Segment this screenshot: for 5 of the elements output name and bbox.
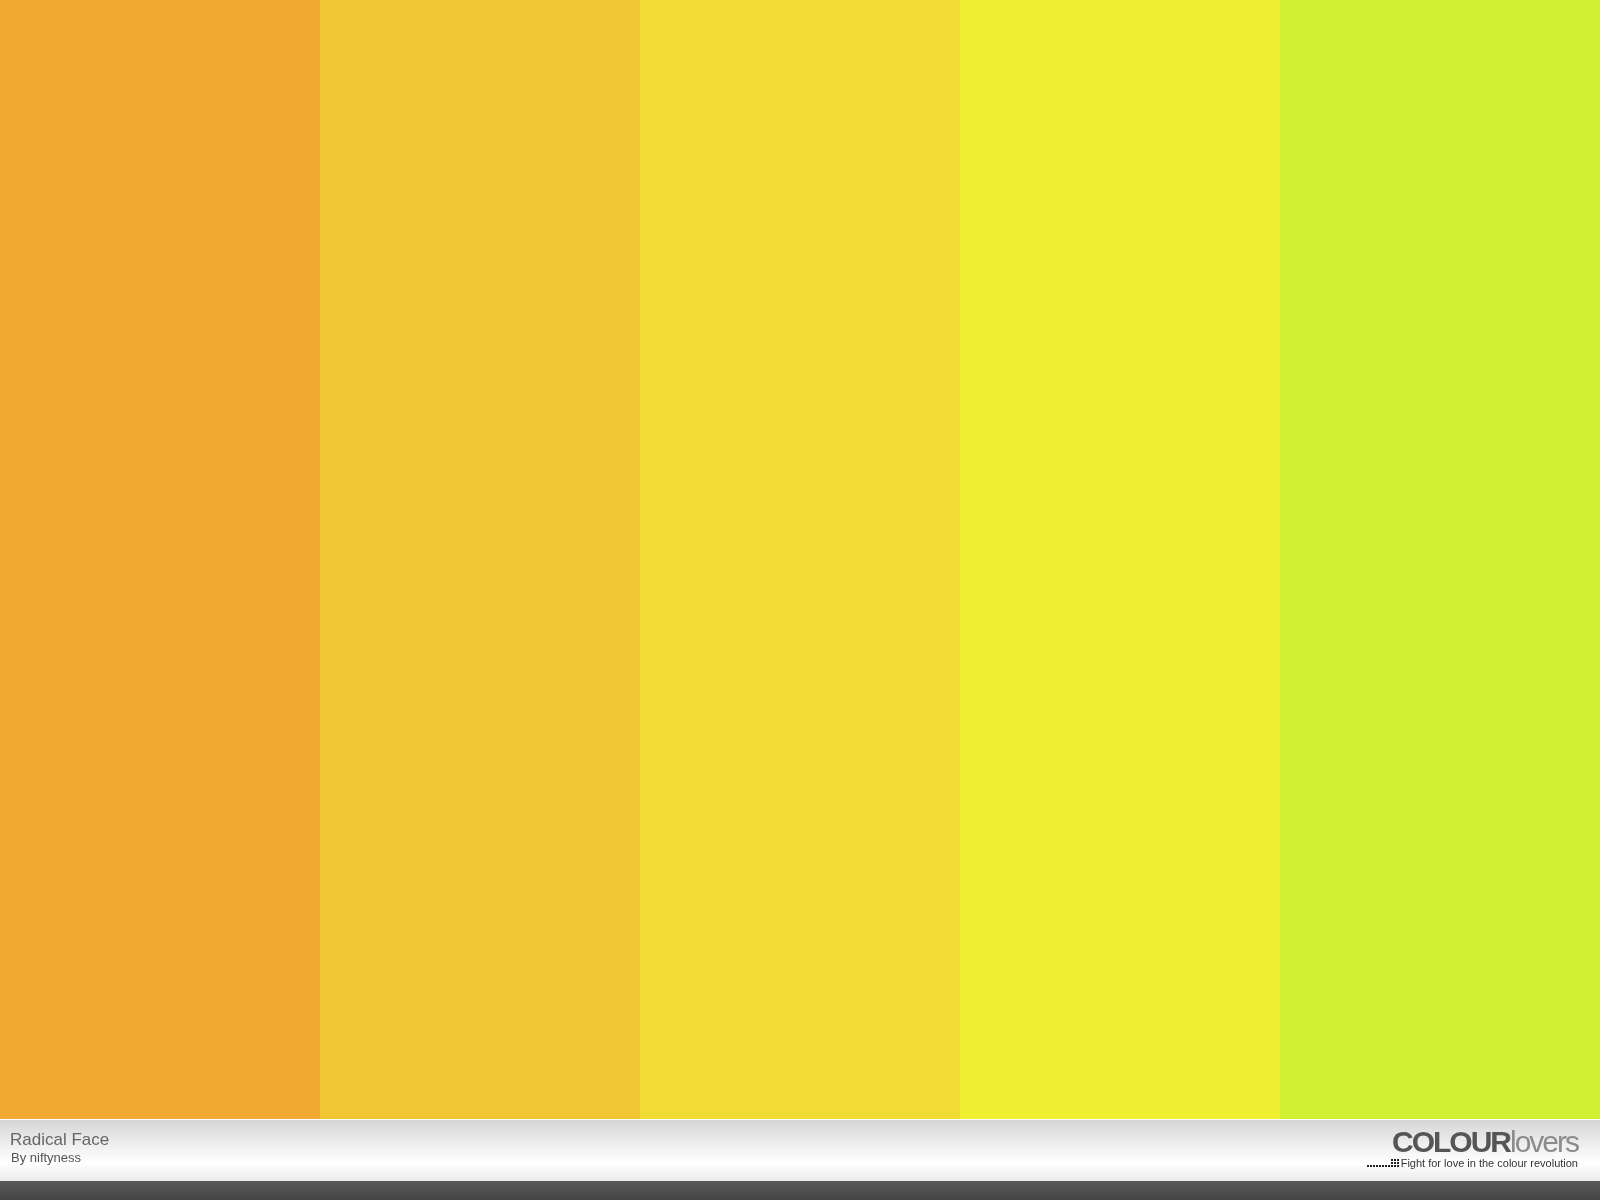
tagline: Fight for love in the colour revolution bbox=[1400, 1156, 1578, 1169]
palette-author: By niftyness bbox=[11, 1150, 83, 1165]
palette-title: Radical Face bbox=[10, 1130, 110, 1150]
site-logo: COLOURlovers bbox=[1391, 1126, 1578, 1157]
dotted-line-icon bbox=[1366, 1158, 1399, 1167]
